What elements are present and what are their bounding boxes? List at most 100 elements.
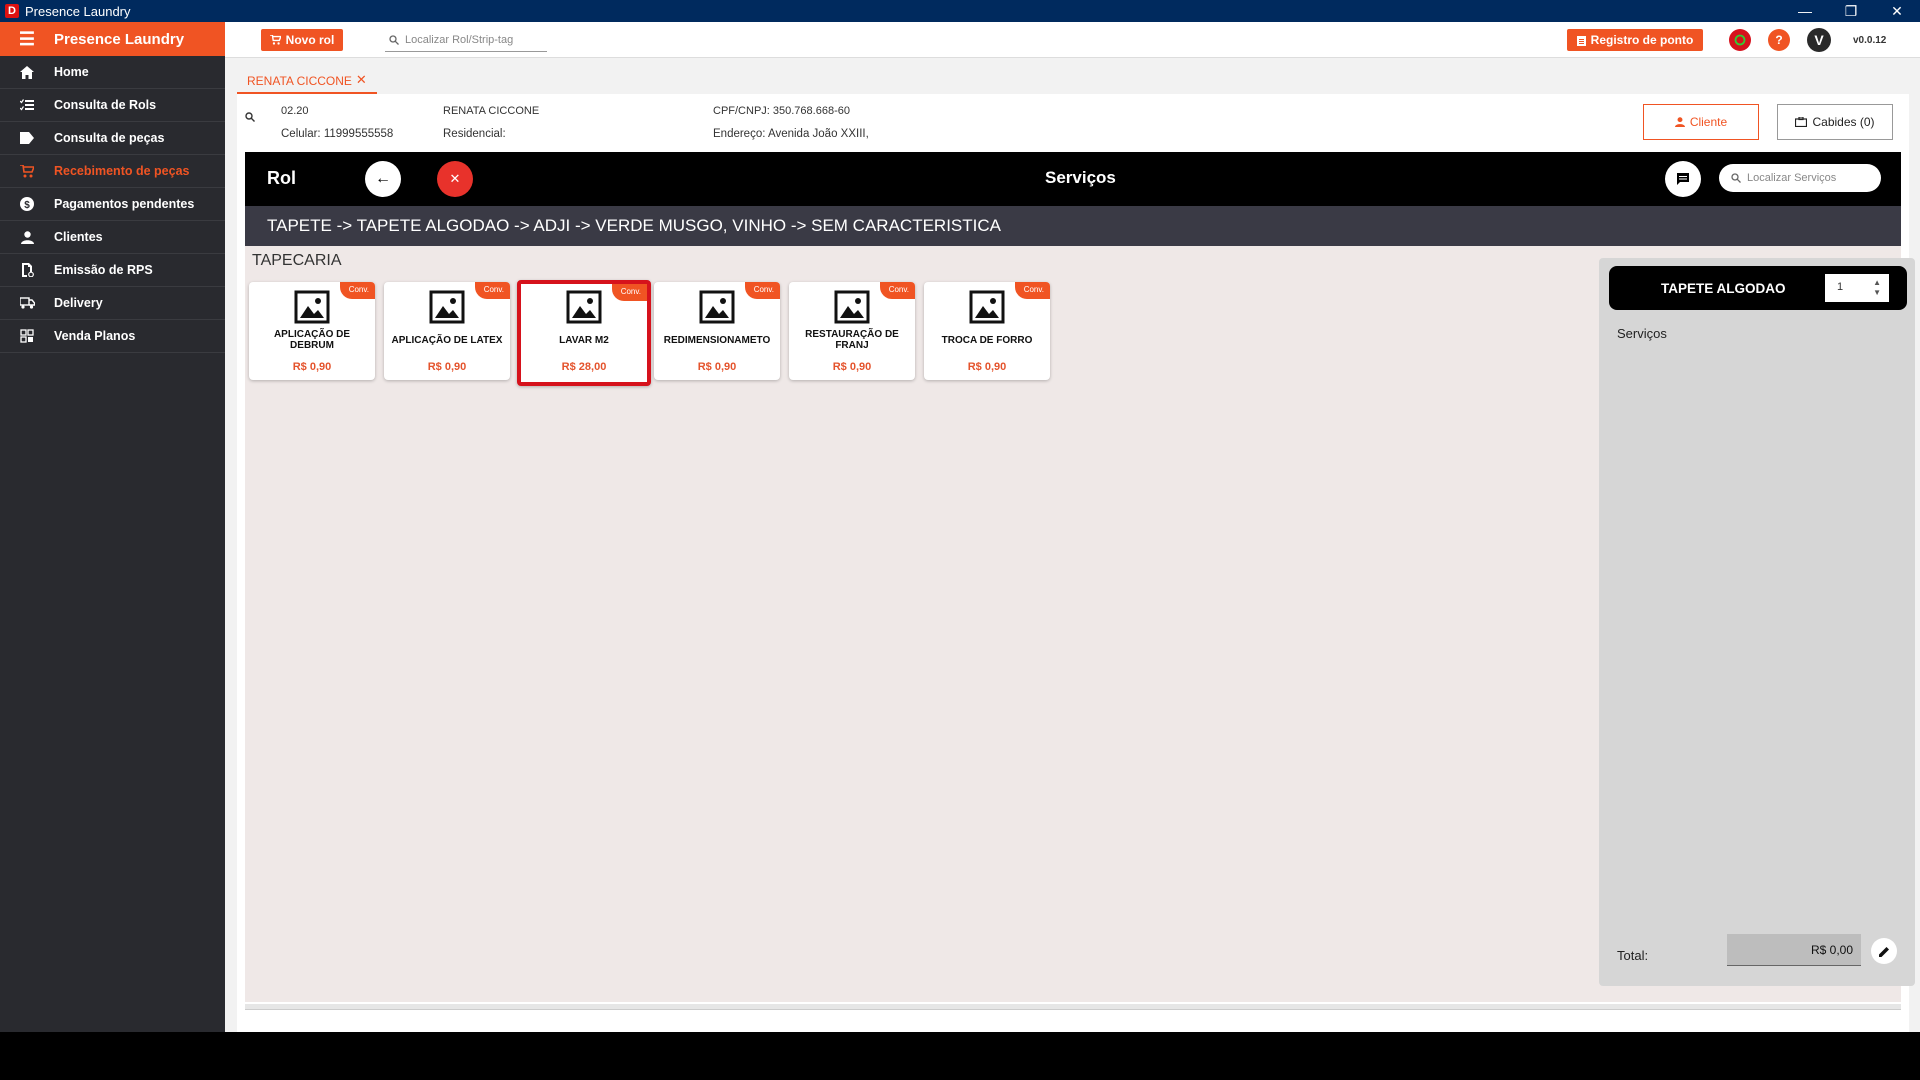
sidebar-item-recebimento-pecas[interactable]: Recebimento de peças — [0, 155, 225, 188]
sidebar-item-label: Home — [54, 65, 89, 79]
service-card[interactable]: Conv. REDIMENSIONAMETO R$ 0,90 — [654, 282, 780, 380]
sidebar-item-clientes[interactable]: Clientes — [0, 221, 225, 254]
image-placeholder-icon — [699, 290, 735, 324]
restore-icon[interactable]: ❐ — [1828, 0, 1874, 22]
top-bar: Novo rol Localizar Rol/Strip-tag Registr… — [225, 22, 1920, 58]
conv-badge: Conv. — [474, 282, 510, 299]
close-tab-icon[interactable]: ✕ — [356, 73, 367, 86]
client-info: 02.20 RENATA CICCONE CPF/CNPJ: 350.768.6… — [237, 94, 1909, 150]
service-name: RESTAURAÇÃO DE FRANJ — [805, 329, 899, 351]
truck-icon — [0, 297, 54, 309]
main-content: RENATA CICCONE ✕ 02.20 RENATA CICCONE CP… — [225, 58, 1920, 1034]
close-window-icon[interactable]: ✕ — [1874, 0, 1920, 22]
service-card-selected[interactable]: Conv. LAVAR M2 R$ 28,00 — [517, 280, 651, 386]
avatar-letter: V — [1814, 32, 1824, 48]
rol-summary-panel: TAPETE ALGODAO 1 ▲ ▼ Serviços Total: R$ 0… — [1599, 258, 1915, 986]
service-price: R$ 0,90 — [292, 361, 332, 373]
sidebar-item-delivery[interactable]: Delivery — [0, 287, 225, 320]
total-label: Total: — [1617, 948, 1649, 963]
sidebar-header: ☰ Presence Laundry — [0, 22, 225, 56]
sidebar-item-emissao-rps[interactable]: Emissão de RPS — [0, 254, 225, 287]
rol-title: Rol — [267, 168, 296, 188]
sidebar-item-consulta-pecas[interactable]: Consulta de peças — [0, 122, 225, 155]
service-price: R$ 0,90 — [697, 361, 737, 373]
tab-client[interactable]: RENATA CICCONE ✕ — [237, 70, 377, 94]
service-name: APLICAÇÃO DE LATEX — [391, 334, 503, 346]
service-price: R$ 28,00 — [561, 361, 607, 373]
brand-name: Presence Laundry — [54, 30, 185, 48]
sidebar-item-label: Clientes — [54, 230, 103, 244]
image-placeholder-icon — [429, 290, 465, 324]
image-placeholder-icon — [294, 290, 330, 324]
search-servicos-input[interactable]: Localizar Serviços — [1719, 164, 1881, 192]
selected-item-header: TAPETE ALGODAO 1 ▲ ▼ — [1609, 266, 1907, 310]
registro-ponto-label: Registro de ponto — [1590, 33, 1694, 47]
client-residencial: Residencial: — [443, 128, 506, 140]
servicos-label: Serviços — [1617, 326, 1667, 341]
rol-header: Rol ← ✕ Serviços Localizar Serviços — [245, 152, 1901, 206]
service-price: R$ 0,90 — [967, 361, 1007, 373]
cliente-button-label: Cliente — [1689, 115, 1728, 129]
app-version: v0.0.12 — [1853, 35, 1887, 46]
sidebar-item-label: Pagamentos pendentes — [54, 197, 195, 211]
whatsapp-icon[interactable] — [1729, 29, 1751, 51]
dollar-circle-icon: $ — [0, 197, 54, 211]
edit-total-button[interactable] — [1871, 938, 1897, 964]
bottom-bar — [0, 1032, 1920, 1080]
avatar[interactable]: V — [1807, 28, 1831, 52]
servicos-title: Serviços — [1045, 168, 1116, 187]
comment-icon — [1677, 173, 1689, 185]
service-card[interactable]: Conv. APLICAÇÃO DE LATEX R$ 0,90 — [384, 282, 510, 380]
search-rol-input[interactable]: Localizar Rol/Strip-tag — [385, 28, 547, 52]
service-card[interactable]: Conv. TROCA DE FORRO R$ 0,90 — [924, 282, 1050, 380]
sidebar-item-home[interactable]: Home — [0, 56, 225, 89]
registro-ponto-button[interactable]: Registro de ponto — [1567, 29, 1703, 51]
search-icon — [1731, 173, 1741, 183]
service-name: APLICAÇÃO DE DEBRUM — [273, 329, 351, 351]
cliente-button[interactable]: Cliente — [1643, 104, 1759, 140]
comment-button[interactable] — [1665, 161, 1701, 197]
cabides-button[interactable]: Cabides (0) — [1777, 104, 1893, 140]
client-cpf: CPF/CNPJ: 350.768.668-60 — [713, 105, 850, 117]
client-name: RENATA CICCONE — [443, 105, 540, 117]
arrow-left-icon: ← — [375, 170, 391, 187]
quantity-stepper[interactable]: 1 ▲ ▼ — [1825, 274, 1889, 302]
service-card[interactable]: Conv. APLICAÇÃO DE DEBRUM R$ 0,90 — [249, 282, 375, 380]
svg-text:$: $ — [24, 200, 30, 211]
menu-icon[interactable]: ☰ — [0, 29, 54, 50]
search-client-icon[interactable] — [245, 112, 255, 125]
clipboard-icon — [1576, 35, 1586, 46]
service-card[interactable]: Conv. RESTAURAÇÃO DE FRANJ R$ 0,90 — [789, 282, 915, 380]
novo-rol-label: Novo rol — [285, 33, 335, 47]
plans-icon — [0, 329, 54, 343]
image-placeholder-icon — [834, 290, 870, 324]
help-icon[interactable]: ? — [1768, 29, 1790, 51]
sidebar-item-label: Venda Planos — [54, 329, 136, 343]
client-tabs: RENATA CICCONE ✕ — [237, 70, 377, 94]
search-servicos-placeholder: Localizar Serviços — [1747, 172, 1837, 184]
close-icon: ✕ — [449, 171, 461, 186]
conv-badge: Conv. — [611, 284, 647, 301]
sidebar: ☰ Presence Laundry Home Consulta de Rols… — [0, 22, 225, 1032]
novo-rol-button[interactable]: Novo rol — [261, 29, 343, 51]
minimize-icon[interactable]: — — [1782, 0, 1828, 22]
cancel-rol-button[interactable]: ✕ — [437, 161, 473, 197]
sidebar-item-pagamentos-pendentes[interactable]: $ Pagamentos pendentes — [0, 188, 225, 221]
tab-label: RENATA CICCONE — [247, 74, 352, 88]
services-area: TAPECARIA Conv. APLICAÇÃO DE DEBRUM R$ 0… — [245, 246, 1915, 1002]
client-celular: Celular: 11999555558 — [281, 128, 394, 140]
hanger-icon — [1795, 117, 1808, 127]
search-icon — [389, 34, 399, 45]
conv-badge: Conv. — [744, 282, 780, 299]
stepper-arrows-icon[interactable]: ▲ ▼ — [1873, 278, 1881, 298]
sidebar-item-label: Recebimento de peças — [54, 164, 190, 178]
client-panel: 02.20 RENATA CICCONE CPF/CNPJ: 350.768.6… — [237, 94, 1915, 1034]
sidebar-item-label: Consulta de peças — [54, 131, 165, 145]
sidebar-item-consulta-rols[interactable]: Consulta de Rols — [0, 89, 225, 122]
cabides-button-label: Cabides (0) — [1812, 115, 1875, 129]
back-button[interactable]: ← — [365, 161, 401, 197]
window-controls: — ❐ ✕ — [1782, 0, 1920, 22]
sidebar-item-venda-planos[interactable]: Venda Planos — [0, 320, 225, 353]
home-icon — [0, 65, 54, 79]
conv-badge: Conv. — [339, 282, 375, 299]
